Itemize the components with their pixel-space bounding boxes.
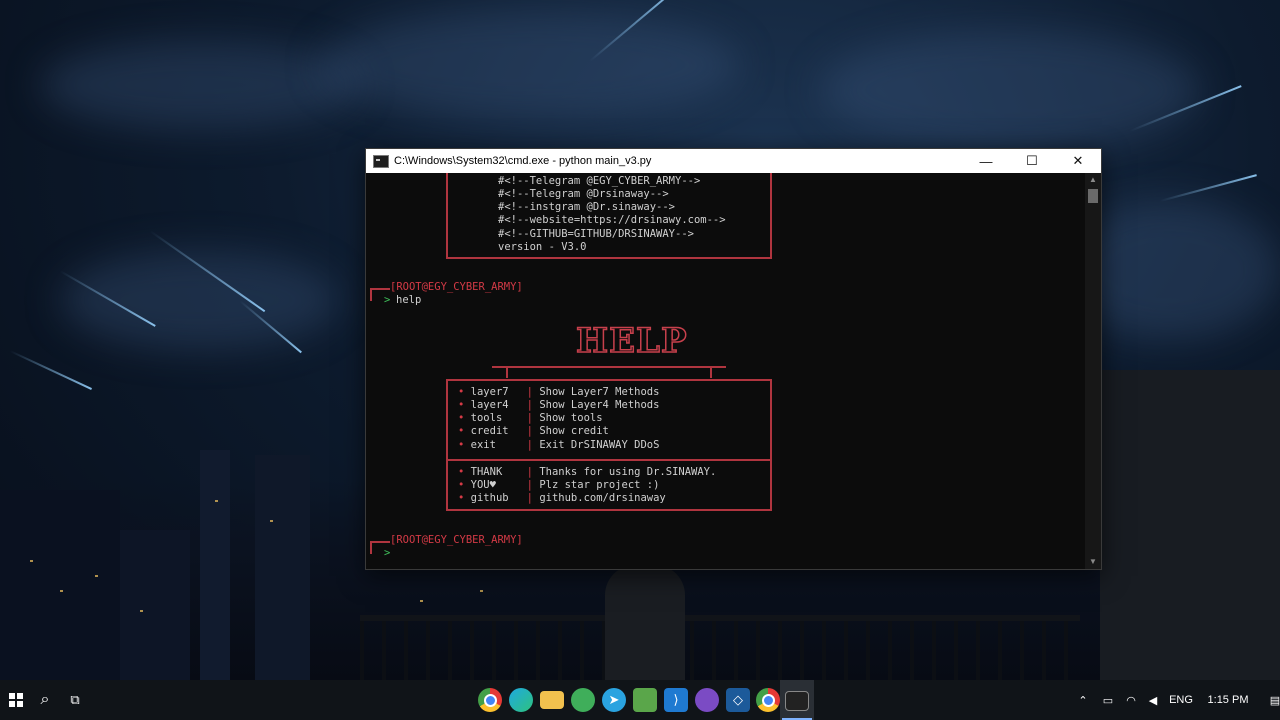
- banner-line: #<!--Telegram @Drsinaway-->: [498, 188, 669, 200]
- chrome-icon[interactable]: [478, 688, 502, 712]
- menu-item-exit: • exit | Exit DrSINAWAY DDoS: [458, 439, 659, 452]
- battery-icon[interactable]: ▭: [1096, 694, 1120, 707]
- info-item-thank: • THANK | Thanks for using Dr.SINAWAY.: [458, 466, 716, 479]
- search-icon[interactable]: ⌕: [30, 680, 60, 720]
- info-item-desc: Plz star project :): [539, 479, 660, 491]
- menu-item-layer4: • layer4 | Show Layer4 Methods: [458, 399, 659, 412]
- close-button[interactable]: ✕: [1055, 149, 1101, 173]
- menu-item-desc: Show credit: [539, 425, 609, 437]
- info-item-you: • YOU♥ | Plz star project :): [458, 479, 659, 492]
- notepad-icon[interactable]: [633, 688, 657, 712]
- menu-box: • layer7 | Show Layer7 Methods • layer4 | …: [446, 379, 772, 511]
- bullet-icon: •: [458, 425, 465, 437]
- banner-line: #<!--instgram @Dr.sinaway-->: [498, 201, 676, 213]
- task-view-icon[interactable]: ⧉: [60, 680, 90, 720]
- scroll-up-icon[interactable]: ▲: [1085, 173, 1101, 187]
- menu-separator: |: [526, 386, 533, 398]
- cmd-icon[interactable]: [785, 691, 809, 711]
- info-item-desc: github.com/drsinaway: [539, 492, 666, 504]
- menu-item-name: layer4: [470, 399, 509, 411]
- help-post-right: [710, 366, 712, 378]
- menu-item-tools: • tools | Show tools: [458, 412, 603, 425]
- maps-icon[interactable]: [571, 688, 595, 712]
- bullet-icon: •: [458, 466, 465, 478]
- banner-version: version - V3.0: [498, 241, 587, 253]
- menu-separator: |: [526, 492, 533, 504]
- telegram-icon[interactable]: ➤: [602, 688, 626, 712]
- virtualbox-icon[interactable]: ◇: [726, 688, 750, 712]
- help-ascii-title: HELP: [575, 320, 688, 362]
- menu-item-name: exit: [470, 439, 496, 451]
- menu-item-desc: Show tools: [539, 412, 603, 424]
- clock[interactable]: 1:15 PM: [1198, 694, 1258, 706]
- bullet-icon: •: [458, 479, 465, 491]
- menu-item-name: layer7: [470, 386, 509, 398]
- bullet-icon: •: [458, 439, 465, 451]
- start-button[interactable]: [0, 680, 32, 720]
- prompt-arrow: >: [384, 294, 391, 306]
- menu-item-desc: Exit DrSINAWAY DDoS: [539, 439, 660, 451]
- info-item-name: github: [470, 492, 509, 504]
- menu-item-layer7: • layer7 | Show Layer7 Methods: [458, 386, 659, 399]
- chevron-up-icon[interactable]: ⌃: [1070, 694, 1096, 707]
- bullet-icon: •: [458, 386, 465, 398]
- cmd-icon: [373, 154, 389, 168]
- info-item-name: YOU♥: [470, 479, 496, 491]
- prompt-arrow: >: [384, 547, 391, 559]
- info-item-desc: Thanks for using Dr.SINAWAY.: [539, 466, 717, 478]
- window-title: C:\Windows\System32\cmd.exe - python mai…: [394, 155, 652, 167]
- vscode-icon[interactable]: ⟩: [664, 688, 688, 712]
- scroll-down-icon[interactable]: ▼: [1085, 555, 1101, 569]
- bullet-icon: •: [458, 492, 465, 504]
- typed-command: help: [396, 294, 422, 306]
- menu-separator: |: [526, 399, 533, 411]
- taskbar: ⌕ ⧉ ➤ ⟩ ◇ ⌃ ▭ ◠ ◀ ENG 1:15 PM ▤: [0, 680, 1280, 720]
- prompt-user: [ROOT@EGY_CYBER_ARMY]: [390, 281, 523, 293]
- github-desktop-icon[interactable]: [695, 688, 719, 712]
- chrome-icon[interactable]: [756, 688, 780, 712]
- language-indicator[interactable]: ENG: [1164, 694, 1198, 706]
- window-titlebar[interactable]: C:\Windows\System32\cmd.exe - python mai…: [366, 149, 1101, 173]
- bullet-icon: •: [458, 399, 465, 411]
- maximize-button[interactable]: ☐: [1009, 149, 1055, 173]
- menu-separator: |: [526, 425, 533, 437]
- menu-separator: |: [526, 412, 533, 424]
- prompt-user: [ROOT@EGY_CYBER_ARMY]: [390, 534, 523, 546]
- menu-item-name: tools: [470, 412, 503, 424]
- edge-icon[interactable]: [509, 688, 533, 712]
- menu-separator: |: [526, 479, 533, 491]
- banner-line: #<!--Telegram @EGY_CYBER_ARMY-->: [498, 175, 701, 187]
- menu-separator: |: [526, 466, 533, 478]
- menu-separator: |: [526, 439, 533, 451]
- vertical-scrollbar[interactable]: ▲ ▼: [1085, 173, 1101, 569]
- menu-item-credit: • credit | Show credit: [458, 425, 609, 438]
- scrollbar-thumb[interactable]: [1088, 189, 1098, 203]
- console-output[interactable]: #<!--Telegram @EGY_CYBER_ARMY--> #<!--Te…: [366, 173, 1085, 569]
- minimize-button[interactable]: —: [963, 149, 1009, 173]
- info-item-name: THANK: [470, 466, 503, 478]
- help-underline: [492, 366, 726, 368]
- help-post-left: [506, 366, 508, 378]
- menu-divider: [448, 459, 770, 461]
- bullet-icon: •: [458, 412, 465, 424]
- volume-icon[interactable]: ◀: [1142, 694, 1164, 707]
- wifi-icon[interactable]: ◠: [1120, 694, 1142, 707]
- notification-icon[interactable]: ▤: [1258, 694, 1280, 707]
- menu-item-desc: Show Layer7 Methods: [539, 386, 660, 398]
- banner-line: #<!--website=https://drsinawy.com-->: [498, 214, 726, 226]
- banner-line: #<!--GITHUB=GITHUB/DRSINAWAY-->: [498, 228, 694, 240]
- cmd-window[interactable]: C:\Windows\System32\cmd.exe - python mai…: [365, 148, 1102, 570]
- windows-logo-icon: [9, 693, 23, 707]
- file-explorer-icon[interactable]: [540, 691, 564, 709]
- info-item-github: • github | github.com/drsinaway: [458, 492, 666, 505]
- system-tray: ⌃ ▭ ◠ ◀ ENG 1:15 PM ▤: [1070, 680, 1280, 720]
- menu-item-name: credit: [470, 425, 509, 437]
- menu-item-desc: Show Layer4 Methods: [539, 399, 660, 411]
